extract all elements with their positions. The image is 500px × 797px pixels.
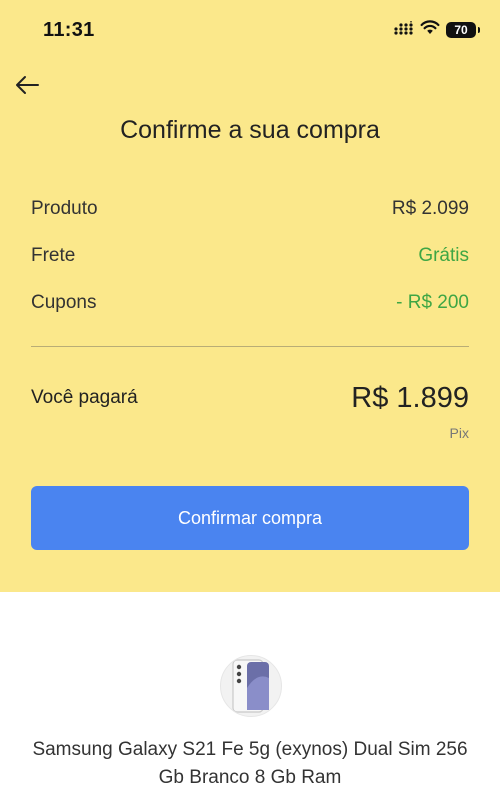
summary-value: Grátis (418, 245, 469, 266)
page-title: Confirme a sua compra (120, 116, 380, 144)
summary-label: Produto (31, 198, 98, 219)
wifi-icon (420, 20, 440, 40)
status-icons: 70 (394, 20, 480, 40)
battery-icon: 70 (446, 22, 480, 38)
status-bar: 11:31 70 (0, 0, 500, 62)
total-label: Você pagará (31, 387, 138, 408)
product-name: Samsung Galaxy S21 Fe 5g (exynos) Dual S… (32, 739, 468, 788)
status-time: 11:31 (43, 19, 95, 41)
cellular-signal-icon (394, 20, 414, 40)
summary-row-frete: Frete Grátis (31, 245, 469, 267)
payment-method: Pix (449, 425, 469, 441)
summary-row-cupons: Cupons - R$ 200 (31, 292, 469, 314)
summary-label: Frete (31, 245, 76, 266)
summary-value: - R$ 200 (396, 292, 469, 313)
summary-value: R$ 2.099 (391, 198, 469, 219)
product-image (220, 655, 282, 717)
back-button[interactable] (12, 72, 42, 102)
summary-row-produto: Produto R$ 2.099 (31, 198, 469, 220)
summary-label: Cupons (31, 292, 97, 313)
total-value: R$ 1.899 (351, 382, 469, 414)
confirm-purchase-button[interactable]: Confirmar compra (31, 486, 469, 550)
summary-divider (31, 346, 469, 347)
arrow-left-icon (14, 74, 40, 101)
